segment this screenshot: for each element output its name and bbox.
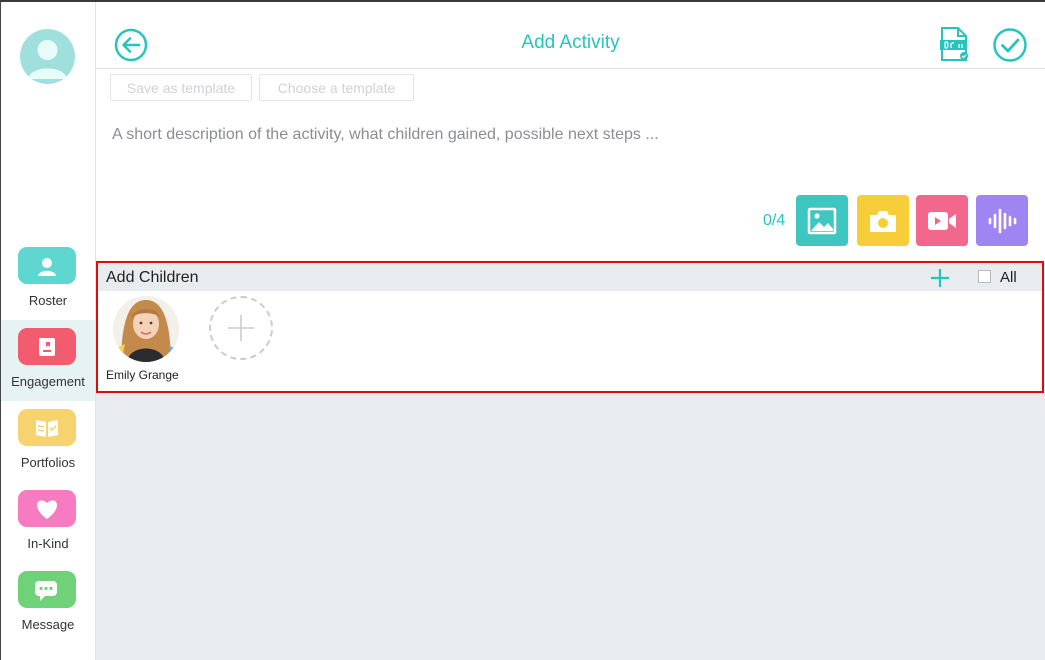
user-avatar-icon xyxy=(28,40,67,79)
media-counter: 0/4 xyxy=(763,212,786,229)
audio-icon xyxy=(988,208,1017,233)
select-all-checkbox[interactable] xyxy=(978,270,991,283)
child-avatar xyxy=(113,296,179,362)
child-photo-icon xyxy=(113,296,179,362)
message-bubble-icon xyxy=(18,571,76,608)
roster-icon xyxy=(18,247,76,284)
confirm-button[interactable] xyxy=(992,27,1028,63)
engagement-icon xyxy=(18,328,76,365)
heart-icon xyxy=(18,490,76,527)
sidebar-item-label: Roster xyxy=(28,293,68,308)
sidebar-item-engagement[interactable]: Engagement xyxy=(1,320,95,401)
plus-icon xyxy=(931,269,949,287)
add-child-plus-button[interactable] xyxy=(929,267,951,289)
sidebar-item-label: Engagement xyxy=(11,374,85,389)
sidebar-item-portfolios[interactable]: Portfolios xyxy=(1,401,95,482)
portfolio-book-icon xyxy=(18,409,76,446)
save-draft-button[interactable] xyxy=(938,26,970,62)
child-name: Emily Grange xyxy=(106,368,179,382)
user-avatar[interactable] xyxy=(20,29,75,84)
add-children-panel: Add Children All Emily Grange xyxy=(96,261,1044,393)
top-bar: Add Activity xyxy=(96,2,1045,69)
sidebar-item-in-kind[interactable]: In-Kind xyxy=(1,482,95,563)
photo-library-icon xyxy=(807,207,837,234)
audio-button[interactable] xyxy=(976,195,1028,246)
sidebar-item-label: Portfolios xyxy=(20,455,76,470)
video-button[interactable] xyxy=(916,195,968,246)
check-circle-icon xyxy=(993,28,1027,62)
add-children-title: Add Children xyxy=(106,269,199,286)
video-icon xyxy=(928,211,956,230)
camera-icon xyxy=(870,210,896,232)
sidebar-item-message[interactable]: Message xyxy=(1,563,95,644)
choose-template-button[interactable]: Choose a template xyxy=(259,74,414,101)
sidebar-item-label: In-Kind xyxy=(27,536,69,551)
add-children-header: Add Children All xyxy=(98,263,1042,291)
draft-document-icon xyxy=(940,27,968,61)
add-child-button[interactable] xyxy=(209,296,273,360)
sidebar: Roster Engagement Portfolios In-Kind Mes… xyxy=(1,2,96,660)
description-input[interactable]: A short description of the activity, wha… xyxy=(112,126,659,144)
add-plus-icon xyxy=(228,315,254,341)
save-as-template-button[interactable]: Save as template xyxy=(110,74,252,101)
camera-button[interactable] xyxy=(857,195,909,246)
sidebar-item-roster[interactable]: Roster xyxy=(1,239,95,320)
photo-library-button[interactable] xyxy=(796,195,848,246)
page-title: Add Activity xyxy=(521,32,620,53)
select-all-label: All xyxy=(1000,269,1017,286)
sidebar-item-label: Message xyxy=(21,617,75,632)
